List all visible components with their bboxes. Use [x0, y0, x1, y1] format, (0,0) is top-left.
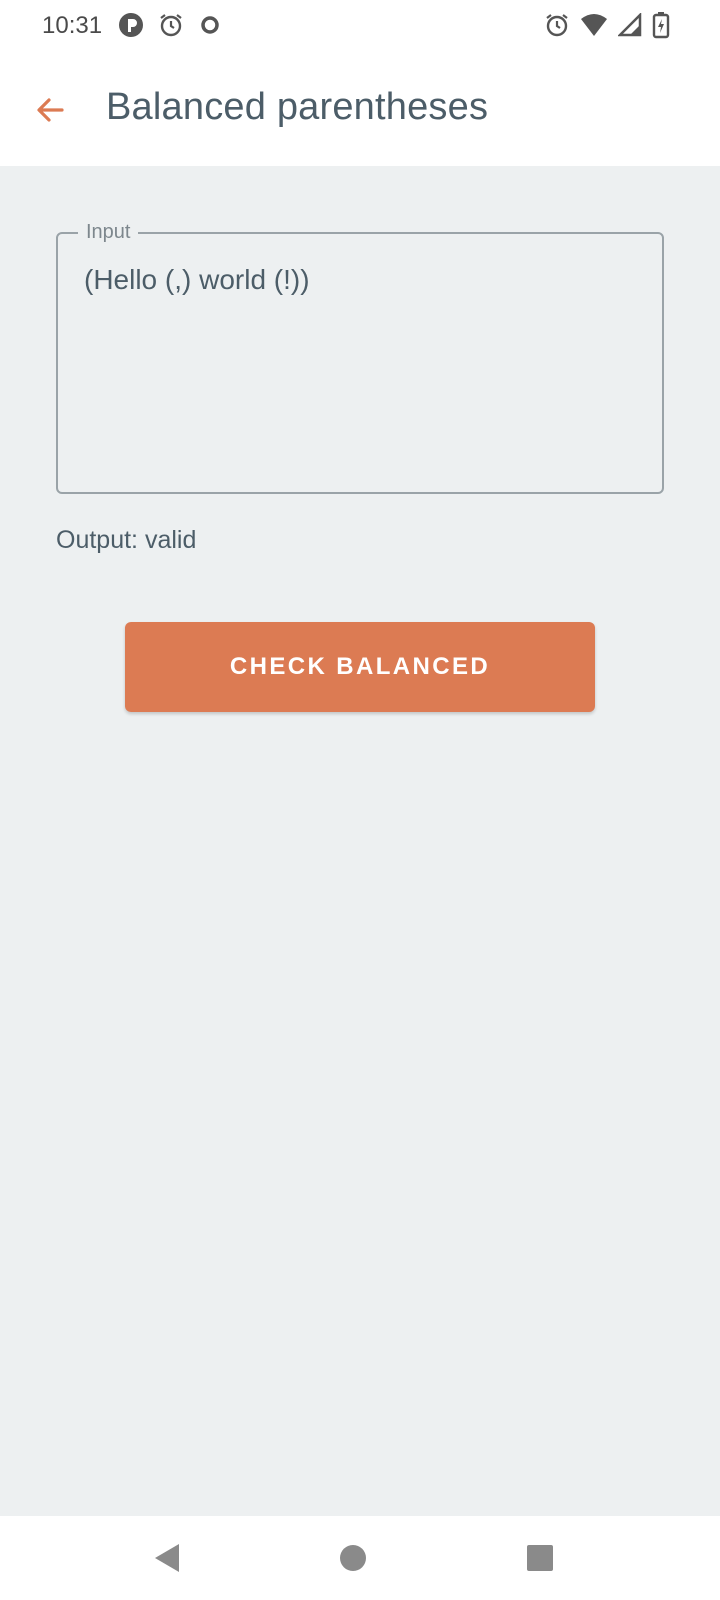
- wifi-icon: [580, 12, 608, 43]
- nav-recents-button[interactable]: [520, 1540, 560, 1580]
- output-text: Output: valid: [56, 526, 197, 554]
- home-circle-icon: [338, 1543, 368, 1578]
- page-title: Balanced parentheses: [106, 86, 489, 128]
- circle-icon: [198, 13, 222, 42]
- nav-home-button[interactable]: [333, 1540, 373, 1580]
- recents-square-icon: [526, 1544, 554, 1577]
- main-content: Input (Hello (,) world (!)) Output: vali…: [0, 166, 720, 1516]
- nav-back-button[interactable]: [146, 1540, 186, 1580]
- input-field[interactable]: Input (Hello (,) world (!)): [56, 221, 664, 494]
- check-balanced-button[interactable]: CHECK BALANCED: [125, 622, 595, 712]
- signal-icon: [616, 11, 642, 42]
- back-button[interactable]: [22, 84, 78, 140]
- status-right-icons: [544, 11, 670, 44]
- app-bar: Balanced parentheses: [0, 54, 720, 166]
- arrow-back-icon: [34, 94, 66, 131]
- input-label: Input: [78, 221, 139, 244]
- status-left-icons: [118, 12, 222, 42]
- status-bar: 10:31: [0, 0, 720, 54]
- app-notification-icon: [118, 12, 144, 43]
- alarm-icon: [544, 12, 570, 43]
- navigation-bar: [0, 1516, 720, 1600]
- status-time: 10:31: [42, 12, 103, 39]
- battery-charging-icon: [652, 11, 670, 44]
- input-value[interactable]: (Hello (,) world (!)): [84, 264, 642, 296]
- alarm-icon: [158, 12, 184, 43]
- back-triangle-icon: [151, 1542, 181, 1579]
